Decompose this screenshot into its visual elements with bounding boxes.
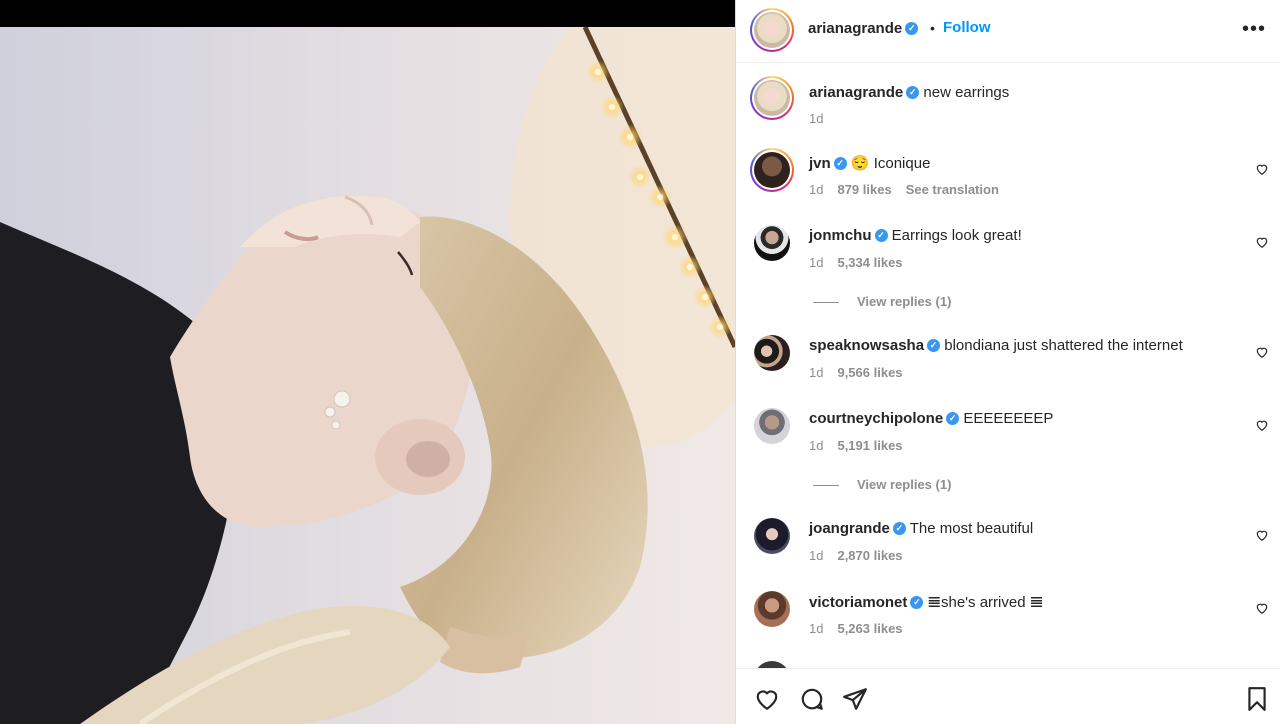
verified-badge-icon: ✓	[892, 521, 906, 535]
avatar	[754, 80, 790, 116]
heart-icon[interactable]	[1255, 418, 1269, 432]
comment-username[interactable]: speaknowsasha	[809, 337, 924, 354]
post-author-username[interactable]: arianagrande ✓	[808, 20, 919, 37]
comment-meta: 1d 5,263 likes	[809, 621, 903, 636]
post-image	[0, 27, 735, 724]
heart-icon[interactable]	[1255, 162, 1269, 176]
avatar[interactable]	[754, 661, 790, 668]
verified-badge-icon: ✓	[906, 85, 920, 99]
post-photo[interactable]	[0, 0, 735, 724]
avatar[interactable]	[754, 225, 790, 261]
comment-username[interactable]: jvn	[809, 155, 831, 172]
comment-body: 😌 Iconique	[850, 155, 931, 172]
story-ring[interactable]	[750, 8, 794, 52]
comment-time[interactable]: 1d	[809, 182, 823, 197]
comments-list[interactable]: arianagrande ✓ new earrings 1d jvn ✓ 😌 Ico…	[736, 64, 1280, 668]
comment-text: speaknowsasha ✓ blondiana just shattered …	[809, 337, 1183, 354]
view-replies-button[interactable]: View replies (1)	[813, 477, 951, 492]
heart-icon[interactable]	[1255, 235, 1269, 249]
photo-top-letterbox	[0, 0, 735, 27]
verified-badge-icon: ✓	[874, 228, 888, 242]
comment-time[interactable]: 1d	[809, 255, 823, 270]
comment-text: courtneychipolone ✓ EEEEEEEEP	[809, 410, 1053, 427]
share-icon[interactable]	[842, 686, 868, 712]
comment-username[interactable]: courtneychipolone	[809, 410, 943, 427]
comment-time[interactable]: 1d	[809, 621, 823, 636]
separator-dot: •	[930, 20, 935, 36]
verified-badge-icon: ✓	[927, 338, 941, 352]
comment-text: jvn ✓ 😌 Iconique	[809, 154, 930, 172]
comment-text: victoriamonet ✓ 𝌆she's arrived 𝌆	[809, 593, 1043, 611]
caption-body: new earrings	[923, 84, 1010, 101]
comment-meta: 1d 9,566 likes	[809, 365, 903, 380]
see-translation-button[interactable]: See translation	[906, 182, 999, 197]
follow-button[interactable]: Follow	[943, 19, 991, 36]
comment-time[interactable]: 1d	[809, 548, 823, 563]
post-action-bar	[736, 668, 1280, 724]
comment-body: blondiana just shattered the internet	[944, 337, 1183, 354]
avatar[interactable]	[754, 335, 790, 371]
comment-likes[interactable]: 9,566 likes	[837, 365, 902, 380]
caption-avatar-ring[interactable]	[750, 76, 794, 120]
comment-username[interactable]: joangrande	[809, 520, 890, 537]
verified-badge-icon: ✓	[946, 411, 960, 425]
comment-time[interactable]: 1d	[809, 438, 823, 453]
verified-badge-icon: ✓	[833, 156, 847, 170]
avatar	[754, 12, 790, 48]
caption-text: arianagrande ✓ new earrings	[809, 84, 1009, 101]
comment-likes[interactable]: 5,191 likes	[837, 438, 902, 453]
comment-meta: 1d 5,191 likes	[809, 438, 903, 453]
caption-time[interactable]: 1d	[809, 111, 823, 126]
heart-icon[interactable]	[1255, 345, 1269, 359]
username-text[interactable]: arianagrande	[808, 20, 902, 37]
comment-time[interactable]: 1d	[809, 365, 823, 380]
comment-text: jonmchu ✓ Earrings look great!	[809, 227, 1022, 244]
avatar[interactable]	[754, 518, 790, 554]
replies-divider	[813, 485, 839, 487]
comment-icon[interactable]	[799, 686, 825, 712]
view-replies-label[interactable]: View replies (1)	[857, 294, 951, 309]
comment-body: The most beautiful	[909, 520, 1034, 537]
replies-divider	[813, 302, 839, 304]
heart-icon[interactable]	[1255, 528, 1269, 542]
comment-likes[interactable]: 879 likes	[837, 182, 891, 197]
avatar[interactable]	[754, 591, 790, 627]
view-replies-button[interactable]: View replies (1)	[813, 294, 951, 309]
comment-meta: 1d 879 likes See translation	[809, 182, 999, 197]
comment-likes[interactable]: 5,263 likes	[837, 621, 902, 636]
post-header: arianagrande ✓ • Follow •••	[736, 0, 1280, 63]
comment-body: Earrings look great!	[891, 227, 1022, 244]
comment-likes[interactable]: 5,334 likes	[837, 255, 902, 270]
caption-meta: 1d	[809, 111, 823, 126]
comment-meta: 1d 5,334 likes	[809, 255, 903, 270]
comment-body: 𝌆she's arrived 𝌆	[927, 594, 1044, 611]
comment-likes[interactable]: 2,870 likes	[837, 548, 902, 563]
comment-text: joangrande ✓ The most beautiful	[809, 520, 1033, 537]
heart-icon[interactable]	[754, 686, 780, 712]
view-replies-label[interactable]: View replies (1)	[857, 477, 951, 492]
avatar	[754, 152, 790, 188]
avatar[interactable]	[754, 408, 790, 444]
comment-username[interactable]: victoriamonet	[809, 594, 907, 611]
comment-body: EEEEEEEEP	[963, 410, 1054, 427]
comment-meta: 1d 2,870 likes	[809, 548, 903, 563]
caption-username[interactable]: arianagrande	[809, 84, 903, 101]
bookmark-icon[interactable]	[1244, 686, 1270, 712]
verified-badge-icon: ✓	[910, 595, 924, 609]
comment-username[interactable]: jonmchu	[809, 227, 872, 244]
more-options-icon[interactable]: •••	[1242, 19, 1266, 39]
post-sidebar: arianagrande ✓ • Follow ••• arianagrande ✓…	[735, 0, 1280, 724]
verified-badge-icon: ✓	[905, 21, 919, 35]
comment-avatar-ring[interactable]	[750, 148, 794, 192]
heart-icon[interactable]	[1255, 601, 1269, 615]
